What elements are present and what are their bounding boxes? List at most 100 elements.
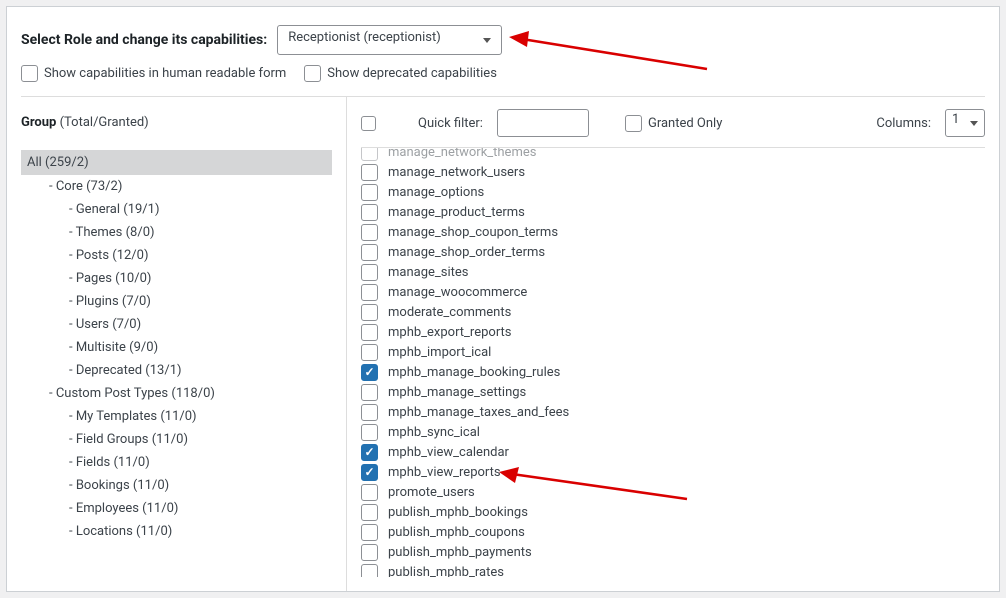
capability-checkbox[interactable] — [361, 304, 378, 321]
sidebar-item-label: - Field Groups (11/0) — [69, 432, 188, 447]
capability-label[interactable]: mphb_export_reports — [388, 325, 512, 340]
capability-checkbox[interactable] — [361, 164, 378, 181]
capability-checkbox[interactable] — [361, 484, 378, 501]
capability-label[interactable]: manage_network_themes — [388, 147, 536, 160]
capability-label[interactable]: manage_options — [388, 185, 484, 200]
sidebar-item-9[interactable]: - Custom Post Types (118/0) — [21, 382, 332, 405]
sidebar-title: Group (Total/Granted) — [21, 111, 332, 136]
capability-checkbox[interactable] — [361, 147, 378, 161]
capability-row: publish_mphb_coupons — [361, 522, 985, 542]
sidebar-item-label: - Locations (11/0) — [69, 524, 172, 539]
select-all-checkbox[interactable] — [361, 116, 376, 131]
capability-row: mphb_sync_ical — [361, 422, 985, 442]
sidebar-item-label: - Fields (11/0) — [69, 455, 150, 470]
granted-only-checkbox[interactable]: Granted Only — [625, 115, 722, 132]
capability-label[interactable]: publish_mphb_payments — [388, 545, 532, 560]
capability-checkbox[interactable] — [361, 504, 378, 521]
sidebar-tree: - Core (73/2) - General (19/1) - Themes (8… — [21, 175, 332, 543]
capability-checkbox[interactable] — [361, 184, 378, 201]
capability-label[interactable]: mphb_sync_ical — [388, 425, 480, 440]
granted-only-label: Granted Only — [648, 116, 722, 131]
capability-label[interactable]: publish_mphb_coupons — [388, 525, 525, 540]
role-select[interactable]: Receptionist (receptionist) — [277, 25, 502, 55]
capability-label[interactable]: manage_product_terms — [388, 205, 525, 220]
sidebar-item-6[interactable]: - Users (7/0) — [21, 313, 332, 336]
capability-row: mphb_import_ical — [361, 342, 985, 362]
sidebar-item-label: - My Templates (11/0) — [69, 409, 197, 424]
capability-checkbox[interactable] — [361, 284, 378, 301]
capability-row: mphb_view_reports — [361, 462, 985, 482]
header: Select Role and change its capabilities:… — [7, 7, 999, 65]
sidebar-item-13[interactable]: - Bookings (11/0) — [21, 474, 332, 497]
capability-row: manage_product_terms — [361, 202, 985, 222]
capability-checkbox[interactable] — [361, 344, 378, 361]
capability-checkbox[interactable] — [361, 224, 378, 241]
capability-label[interactable]: publish_mphb_bookings — [388, 505, 528, 520]
capability-checkbox[interactable] — [361, 384, 378, 401]
capability-checkbox[interactable] — [361, 564, 378, 578]
capability-checkbox[interactable] — [361, 464, 378, 481]
capability-label[interactable]: manage_sites — [388, 265, 469, 280]
capability-checkbox[interactable] — [361, 524, 378, 541]
capability-checkbox[interactable] — [361, 364, 378, 381]
capability-label[interactable]: mphb_manage_taxes_and_fees — [388, 405, 569, 420]
capability-checkbox[interactable] — [361, 544, 378, 561]
deprecated-label: Show deprecated capabilities — [327, 66, 497, 81]
sidebar-item-label: - Deprecated (13/1) — [69, 363, 182, 378]
capability-checkbox[interactable] — [361, 424, 378, 441]
sidebar-item-label: - Multisite (9/0) — [69, 340, 158, 355]
capability-label[interactable]: manage_woocommerce — [388, 285, 527, 300]
capability-row: publish_mphb_bookings — [361, 502, 985, 522]
capability-label[interactable]: mphb_manage_booking_rules — [388, 365, 560, 380]
sidebar-item-0[interactable]: - Core (73/2) — [21, 175, 332, 198]
sidebar-item-label: - Core (73/2) — [49, 179, 122, 194]
human-readable-checkbox[interactable]: Show capabilities in human readable form — [21, 65, 286, 82]
sidebar-item-label: - Posts (12/0) — [69, 248, 149, 263]
sidebar-item-7[interactable]: - Multisite (9/0) — [21, 336, 332, 359]
sidebar-item-2[interactable]: - Themes (8/0) — [21, 221, 332, 244]
sidebar-item-4[interactable]: - Pages (10/0) — [21, 267, 332, 290]
sidebar-item-11[interactable]: - Field Groups (11/0) — [21, 428, 332, 451]
sidebar-item-1[interactable]: - General (19/1) — [21, 198, 332, 221]
capability-label[interactable]: mphb_import_ical — [388, 345, 491, 360]
capability-label[interactable]: manage_network_users — [388, 165, 525, 180]
sidebar-item-15[interactable]: - Locations (11/0) — [21, 520, 332, 543]
sidebar-item-12[interactable]: - Fields (11/0) — [21, 451, 332, 474]
capability-checkbox[interactable] — [361, 204, 378, 221]
sidebar-item-label: - Plugins (7/0) — [69, 294, 151, 309]
sidebar-title-strong: Group — [21, 115, 56, 130]
sidebar-item-10[interactable]: - My Templates (11/0) — [21, 405, 332, 428]
capability-label[interactable]: manage_shop_coupon_terms — [388, 225, 558, 240]
capabilities-list: manage_network_themes manage_network_user… — [361, 147, 985, 577]
body: Group (Total/Granted) All (259/2) - Core… — [7, 97, 999, 591]
sidebar-group-all[interactable]: All (259/2) — [21, 150, 332, 175]
capability-checkbox[interactable] — [361, 404, 378, 421]
capability-checkbox[interactable] — [361, 444, 378, 461]
sidebar-item-label: - Bookings (11/0) — [69, 478, 169, 493]
sidebar-item-8[interactable]: - Deprecated (13/1) — [21, 359, 332, 382]
capability-label[interactable]: moderate_comments — [388, 305, 511, 320]
capability-row: moderate_comments — [361, 302, 985, 322]
sidebar-item-14[interactable]: - Employees (11/0) — [21, 497, 332, 520]
sidebar-item-5[interactable]: - Plugins (7/0) — [21, 290, 332, 313]
capabilities-panel: Select Role and change its capabilities:… — [6, 6, 1000, 592]
columns-select[interactable]: 1 — [945, 109, 985, 137]
capability-label[interactable]: publish_mphb_rates — [388, 565, 504, 578]
sidebar-item-3[interactable]: - Posts (12/0) — [21, 244, 332, 267]
sidebar-item-label: - Themes (8/0) — [69, 225, 155, 240]
capability-label[interactable]: manage_shop_order_terms — [388, 245, 545, 260]
capability-checkbox[interactable] — [361, 244, 378, 261]
capability-label[interactable]: mphb_view_reports — [388, 465, 501, 480]
capability-label[interactable]: mphb_view_calendar — [388, 445, 509, 460]
deprecated-checkbox[interactable]: Show deprecated capabilities — [304, 65, 497, 82]
quick-filter-input[interactable] — [497, 109, 589, 137]
capability-row: mphb_manage_settings — [361, 382, 985, 402]
checkbox-icon — [21, 65, 38, 82]
capability-checkbox[interactable] — [361, 264, 378, 281]
quick-filter-label: Quick filter: — [418, 116, 483, 131]
capability-checkbox[interactable] — [361, 324, 378, 341]
sidebar-item-label: - Pages (10/0) — [69, 271, 151, 286]
capability-label[interactable]: promote_users — [388, 485, 475, 500]
capability-label[interactable]: mphb_manage_settings — [388, 385, 526, 400]
capability-row: publish_mphb_payments — [361, 542, 985, 562]
